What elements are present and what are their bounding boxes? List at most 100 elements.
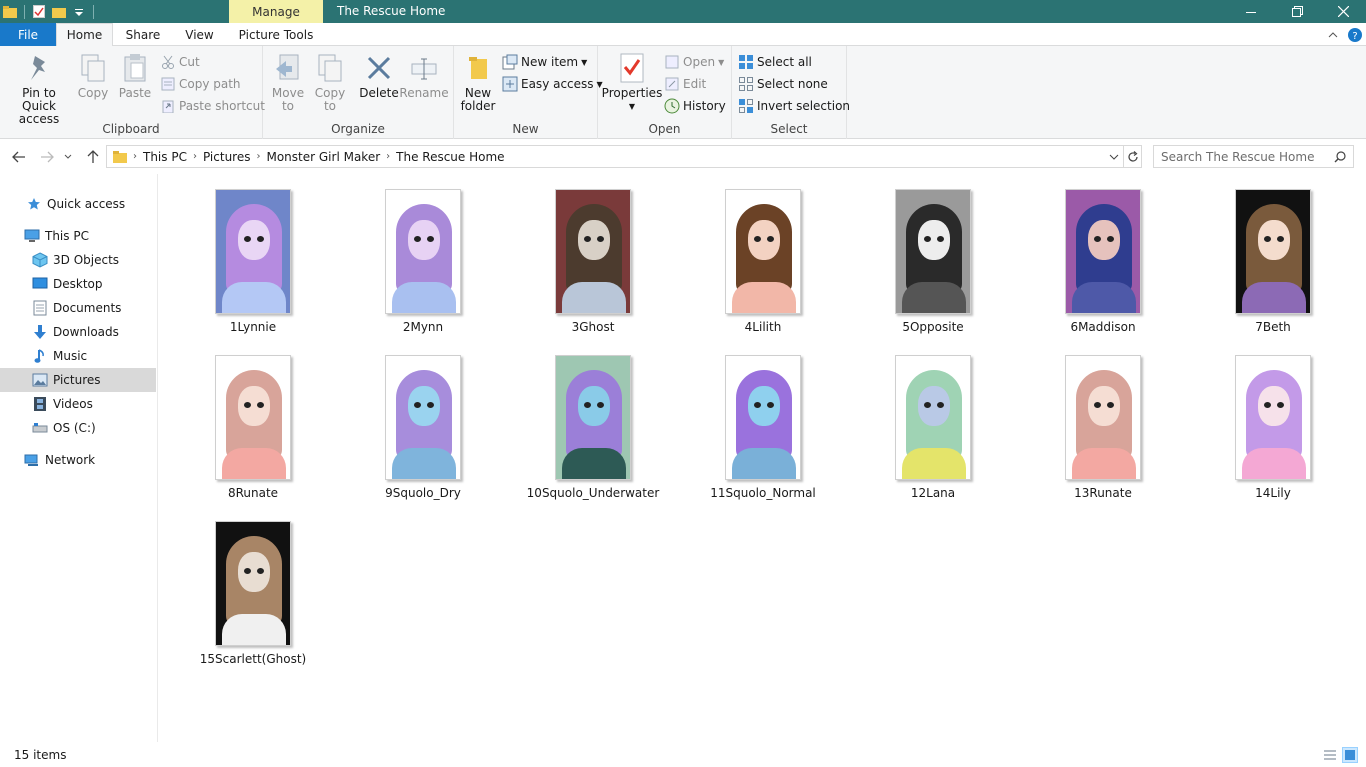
file-item[interactable]: 6Maddison <box>1028 174 1178 334</box>
cut-button[interactable]: Cut <box>160 52 200 72</box>
breadcrumb-monster-girl-maker[interactable]: Monster Girl Maker <box>262 150 384 164</box>
file-thumbnail[interactable] <box>1235 189 1311 314</box>
new-folder-button[interactable]: New folder <box>460 52 496 113</box>
tab-file[interactable]: File <box>0 23 56 46</box>
copy-icon <box>77 52 109 84</box>
manage-context-tab[interactable]: Manage <box>229 0 323 23</box>
pin-to-quick-access-button[interactable]: Pin to Quick access <box>6 52 72 126</box>
file-thumbnail[interactable] <box>1065 189 1141 314</box>
file-item[interactable]: 15Scarlett(Ghost) <box>178 506 328 666</box>
chevron-right-icon[interactable]: › <box>191 151 199 162</box>
file-thumbnail[interactable] <box>1065 355 1141 480</box>
file-name: 5Opposite <box>902 320 964 334</box>
file-item[interactable]: 12Lana <box>858 340 1008 500</box>
search-box[interactable] <box>1153 145 1354 168</box>
breadcrumb-the-rescue-home[interactable]: The Rescue Home <box>392 150 508 164</box>
file-thumbnail[interactable] <box>725 355 801 480</box>
chevron-right-icon[interactable]: › <box>384 151 392 162</box>
file-thumbnail[interactable] <box>1235 355 1311 480</box>
address-bar[interactable]: › This PC › Pictures › Monster Girl Make… <box>106 145 1124 168</box>
nav-pictures[interactable]: Pictures <box>0 368 156 392</box>
file-item[interactable]: 1Lynnie <box>178 174 328 334</box>
tab-picture-tools[interactable]: Picture Tools <box>229 23 323 46</box>
nav-this-pc[interactable]: This PC <box>0 224 156 248</box>
copy-button[interactable]: Copy <box>76 52 110 100</box>
customize-qat-icon[interactable] <box>69 0 89 23</box>
large-icons-view-icon[interactable] <box>1342 747 1358 763</box>
nav-quick-access[interactable]: Quick access <box>0 192 156 216</box>
file-item[interactable]: 9Squolo_Dry <box>348 340 498 500</box>
file-thumbnail[interactable] <box>215 521 291 646</box>
paste-shortcut-button[interactable]: Paste shortcut <box>160 96 265 116</box>
easy-access-button[interactable]: Easy access ▼ <box>502 74 603 94</box>
nav-documents[interactable]: Documents <box>0 296 156 320</box>
edit-button[interactable]: Edit <box>664 74 706 94</box>
nav-music[interactable]: Music <box>0 344 156 368</box>
collapse-ribbon-icon[interactable] <box>1322 24 1344 46</box>
forward-button[interactable] <box>36 146 58 168</box>
breadcrumb-pictures[interactable]: Pictures <box>199 150 255 164</box>
file-item[interactable]: 5Opposite <box>858 174 1008 334</box>
new-folder-icon[interactable] <box>49 0 69 23</box>
file-thumbnail[interactable] <box>725 189 801 314</box>
breadcrumb-this-pc[interactable]: This PC <box>139 150 191 164</box>
select-none-button[interactable]: Select none <box>738 74 828 94</box>
file-item[interactable]: 10Squolo_Underwater <box>518 340 668 500</box>
nav-downloads[interactable]: Downloads <box>0 320 156 344</box>
chevron-right-icon[interactable]: › <box>254 151 262 162</box>
tab-view[interactable]: View <box>173 23 226 46</box>
properties-check-icon[interactable] <box>29 0 49 23</box>
file-item[interactable]: 2Mynn <box>348 174 498 334</box>
file-thumbnail[interactable] <box>555 355 631 480</box>
file-thumbnail[interactable] <box>555 189 631 314</box>
close-button[interactable] <box>1320 0 1366 23</box>
file-thumbnail[interactable] <box>215 189 291 314</box>
rename-button[interactable]: Rename <box>399 52 449 100</box>
recent-locations-button[interactable] <box>60 146 76 168</box>
up-button[interactable] <box>82 146 104 168</box>
select-all-button[interactable]: Select all <box>738 52 812 72</box>
folder-icon[interactable] <box>0 0 20 23</box>
tab-share[interactable]: Share <box>113 23 173 46</box>
invert-selection-button[interactable]: Invert selection <box>738 96 850 116</box>
file-thumbnail[interactable] <box>895 355 971 480</box>
open-button[interactable]: Open ▼ <box>664 52 724 72</box>
copy-path-button[interactable]: Copy path <box>160 74 241 94</box>
nav-videos[interactable]: Videos <box>0 392 156 416</box>
details-view-icon[interactable] <box>1322 747 1338 763</box>
new-item-button[interactable]: New item ▼ <box>502 52 587 72</box>
back-button[interactable] <box>8 146 30 168</box>
tab-home[interactable]: Home <box>56 23 113 47</box>
restore-button[interactable] <box>1274 0 1320 23</box>
rename-icon <box>408 52 440 84</box>
file-item[interactable]: 4Lilith <box>688 174 838 334</box>
move-to-button[interactable]: Move to <box>271 52 305 113</box>
paste-button[interactable]: Paste <box>116 52 154 100</box>
properties-button[interactable]: Properties ▼ <box>602 52 662 113</box>
file-thumbnail[interactable] <box>215 355 291 480</box>
minimize-button[interactable] <box>1228 0 1274 23</box>
history-button[interactable]: History <box>664 96 726 116</box>
nav-network[interactable]: Network <box>0 448 156 472</box>
delete-button[interactable]: Delete <box>359 52 399 100</box>
file-thumbnail[interactable] <box>385 355 461 480</box>
chevron-right-icon[interactable]: › <box>131 151 139 162</box>
file-item[interactable]: 11Squolo_Normal <box>688 340 838 500</box>
refresh-button[interactable] <box>1124 145 1142 168</box>
search-icon[interactable] <box>1334 150 1346 163</box>
file-thumbnail[interactable] <box>895 189 971 314</box>
file-item[interactable]: 7Beth <box>1198 174 1348 334</box>
nav-desktop[interactable]: Desktop <box>0 272 156 296</box>
nav-3d-objects[interactable]: 3D Objects <box>0 248 156 272</box>
file-item[interactable]: 14Lily <box>1198 340 1348 500</box>
desktop-icon <box>32 276 48 292</box>
nav-os-c[interactable]: OS (C:) <box>0 416 156 440</box>
address-history-dropdown[interactable] <box>1109 154 1119 160</box>
file-thumbnail[interactable] <box>385 189 461 314</box>
file-item[interactable]: 13Runate <box>1028 340 1178 500</box>
copy-to-button[interactable]: Copy to <box>313 52 347 113</box>
file-item[interactable]: 8Runate <box>178 340 328 500</box>
search-input[interactable] <box>1161 149 1331 164</box>
file-item[interactable]: 3Ghost <box>518 174 668 334</box>
help-icon[interactable]: ? <box>1344 24 1366 46</box>
